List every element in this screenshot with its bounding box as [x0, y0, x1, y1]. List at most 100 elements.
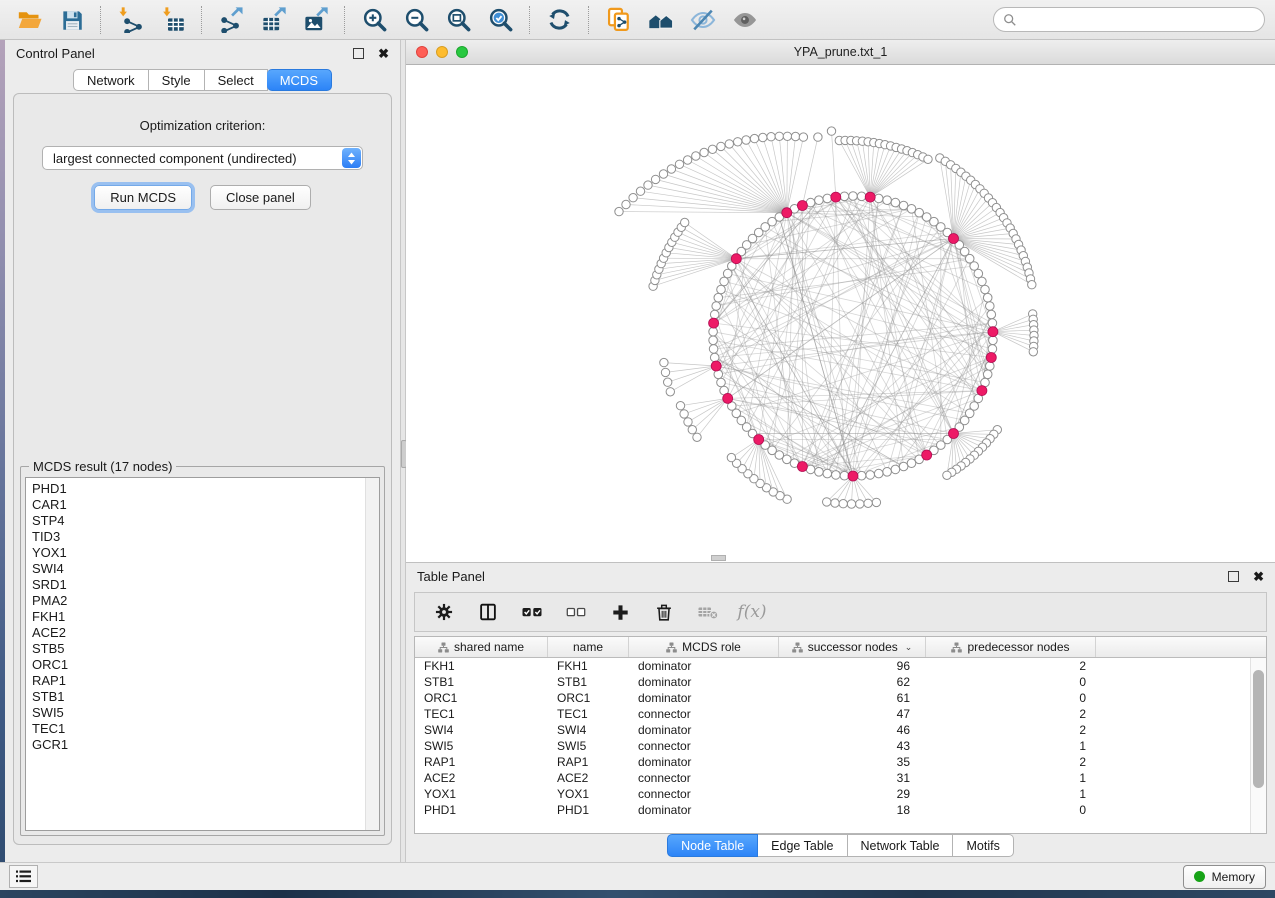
mcds-result-item[interactable]: ORC1: [26, 657, 379, 673]
network-window-titlebar[interactable]: YPA_prune.txt_1: [406, 40, 1275, 65]
table-row[interactable]: YOX1YOX1connector291: [415, 786, 1266, 802]
select-all-button[interactable]: [515, 597, 549, 627]
duplicate-network-button[interactable]: [599, 3, 638, 37]
mcds-result-item[interactable]: SRD1: [26, 577, 379, 593]
window-close-icon[interactable]: [416, 46, 428, 58]
memory-button[interactable]: Memory: [1183, 865, 1266, 889]
first-neighbors-button[interactable]: [641, 3, 680, 37]
zoom-in-button[interactable]: [355, 3, 394, 37]
mcds-result-item[interactable]: RAP1: [26, 673, 379, 689]
column-header-successor-nodes[interactable]: successor nodes⌄: [779, 637, 926, 657]
zoom-selected-button[interactable]: [481, 3, 520, 37]
mcds-result-item[interactable]: YOX1: [26, 545, 379, 561]
zoom-fit-button[interactable]: [439, 3, 478, 37]
show-panels-list-button[interactable]: [9, 865, 38, 888]
table-row[interactable]: RAP1RAP1dominator352: [415, 754, 1266, 770]
zoom-out-button[interactable]: [397, 3, 436, 37]
scrollbar-thumb[interactable]: [1253, 670, 1264, 788]
table-row[interactable]: SWI4SWI4dominator462: [415, 722, 1266, 738]
tab-edge-table[interactable]: Edge Table: [758, 834, 847, 857]
import-table-button[interactable]: [153, 3, 192, 37]
mcds-result-item[interactable]: STP4: [26, 513, 379, 529]
import-network-button[interactable]: [111, 3, 150, 37]
tab-node-table[interactable]: Node Table: [667, 834, 758, 857]
show-all-button[interactable]: [725, 3, 764, 37]
network-view-window[interactable]: YPA_prune.txt_1: [406, 40, 1275, 562]
mcds-list-scrollbar[interactable]: [365, 478, 379, 830]
tab-select[interactable]: Select: [205, 69, 268, 91]
table-row[interactable]: SWI5SWI5connector431: [415, 738, 1266, 754]
open-button[interactable]: [10, 3, 49, 37]
table-row[interactable]: ACE2ACE2connector311: [415, 770, 1266, 786]
network-window-title: YPA_prune.txt_1: [406, 45, 1275, 59]
mcds-result-item[interactable]: CAR1: [26, 497, 379, 513]
table-cell: RAP1: [415, 755, 548, 769]
close-panel-icon[interactable]: ✖: [378, 47, 389, 60]
export-image-button[interactable]: [296, 3, 335, 37]
export-network-button[interactable]: [212, 3, 251, 37]
criterion-select[interactable]: largest connected component (undirected): [42, 146, 363, 170]
table-row[interactable]: STB1STB1dominator620: [415, 674, 1266, 690]
mcds-result-item[interactable]: ACE2: [26, 625, 379, 641]
mcds-result-item[interactable]: TEC1: [26, 721, 379, 737]
table-row[interactable]: PHD1PHD1dominator180: [415, 802, 1266, 818]
table-cell: RAP1: [548, 755, 629, 769]
mcds-result-item[interactable]: PMA2: [26, 593, 379, 609]
table-cell: dominator: [629, 659, 779, 673]
tab-motifs[interactable]: Motifs: [953, 834, 1013, 857]
mcds-result-item[interactable]: SWI4: [26, 561, 379, 577]
tab-network[interactable]: Network: [73, 69, 149, 91]
table-settings-button[interactable]: [427, 597, 461, 627]
search-input[interactable]: [1023, 11, 1255, 28]
deselect-all-button[interactable]: [559, 597, 593, 627]
mcds-result-item[interactable]: STB5: [26, 641, 379, 657]
unchecked-boxes-icon: [565, 601, 587, 623]
tab-style[interactable]: Style: [149, 69, 205, 91]
search-box[interactable]: [993, 7, 1265, 32]
table-cell: ORC1: [548, 691, 629, 705]
refresh-button[interactable]: [540, 3, 579, 37]
window-minimize-icon[interactable]: [436, 46, 448, 58]
close-panel-button[interactable]: Close panel: [210, 185, 311, 210]
status-bar: Memory: [0, 862, 1275, 890]
column-header-mcds-role[interactable]: MCDS role: [629, 637, 779, 657]
fx-icon: f(x): [737, 602, 766, 622]
table-cell: 35: [779, 755, 926, 769]
close-panel-icon[interactable]: ✖: [1253, 570, 1264, 583]
tab-network-table[interactable]: Network Table: [848, 834, 954, 857]
tab-mcds[interactable]: MCDS: [267, 69, 332, 91]
table-cell: 46: [779, 723, 926, 737]
table-cell: 1: [926, 771, 1096, 785]
table-cell: 0: [926, 691, 1096, 705]
table-row[interactable]: FKH1FKH1dominator962: [415, 658, 1266, 674]
mcds-result-item[interactable]: TID3: [26, 529, 379, 545]
float-panel-icon[interactable]: [1228, 571, 1239, 582]
save-button[interactable]: [52, 3, 91, 37]
add-column-button[interactable]: [603, 597, 637, 627]
table-row[interactable]: TEC1TEC1connector472: [415, 706, 1266, 722]
table-row[interactable]: ORC1ORC1dominator610: [415, 690, 1266, 706]
hide-selected-button[interactable]: [683, 3, 722, 37]
run-mcds-button[interactable]: Run MCDS: [94, 185, 192, 210]
show-column-panel-button[interactable]: [471, 597, 505, 627]
mcds-result-item[interactable]: GCR1: [26, 737, 379, 753]
table-cell: 2: [926, 659, 1096, 673]
column-header-predecessor-nodes[interactable]: predecessor nodes: [926, 637, 1096, 657]
mcds-result-item[interactable]: STB1: [26, 689, 379, 705]
column-header-shared-name[interactable]: shared name: [415, 637, 548, 657]
network-canvas[interactable]: [406, 64, 1275, 562]
mcds-result-item[interactable]: SWI5: [26, 705, 379, 721]
show-all-eye-icon: [731, 6, 759, 34]
mcds-result-list[interactable]: PHD1CAR1STP4TID3YOX1SWI4SRD1PMA2FKH1ACE2…: [25, 477, 380, 831]
mcds-result-item[interactable]: FKH1: [26, 609, 379, 625]
mcds-result-item[interactable]: PHD1: [26, 481, 379, 497]
table-cell: YOX1: [548, 787, 629, 801]
column-header-name[interactable]: name: [548, 637, 629, 657]
table-scrollbar[interactable]: [1250, 658, 1266, 833]
float-panel-icon[interactable]: [353, 48, 364, 59]
delete-column-button[interactable]: [647, 597, 681, 627]
window-maximize-icon[interactable]: [456, 46, 468, 58]
hide-selected-eye-icon: [689, 6, 717, 34]
horizontal-splitter-handle[interactable]: [711, 555, 726, 561]
export-table-button[interactable]: [254, 3, 293, 37]
